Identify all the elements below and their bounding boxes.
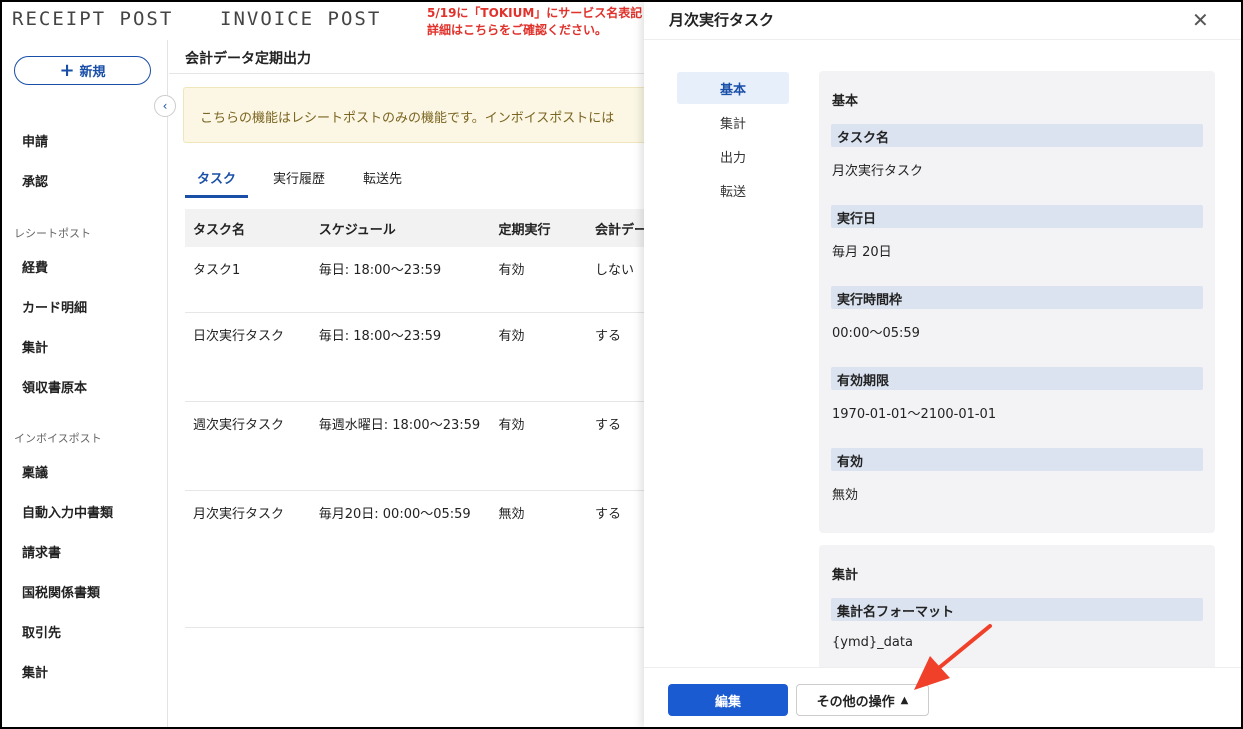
sidebar-item-approval[interactable]: 承認	[22, 171, 48, 190]
field-value-validity-period: 1970-01-01〜2100-01-01	[832, 407, 997, 422]
table-row[interactable]: タスク1 毎日: 18:00〜23:59 有効 しない	[185, 247, 655, 313]
other-actions-label: その他の操作	[816, 694, 895, 710]
chevron-left-icon: ‹	[162, 99, 168, 113]
receipt-post-logo[interactable]: RECEIPT POST	[12, 8, 173, 30]
cell-periodic: 有効	[490, 247, 587, 313]
main-header: 会計データ定期出力	[169, 40, 649, 74]
task-table: タスク名 スケジュール 定期実行 会計デー タスク1 毎日: 18:00〜23:…	[185, 209, 655, 628]
cell-periodic: 有効	[490, 312, 587, 402]
field-value-enabled: 無効	[832, 488, 859, 503]
sidebar-item-tax-documents[interactable]: 国税関係書類	[22, 582, 100, 601]
cell-schedule: 毎月20日: 00:00〜05:59	[310, 490, 491, 628]
invoice-post-logo[interactable]: INVOICE POST	[220, 8, 381, 30]
announcement-line-1: 5/19に「TOKIUM」にサービス名表記	[427, 6, 643, 20]
field-value-task-name: 月次実行タスク	[832, 164, 924, 179]
cell-periodic: 有効	[490, 401, 587, 491]
task-detail-panel: 月次実行タスク ✕ 基本 集計 出力 転送 基本 タスク名 月次実行タスク 実行…	[644, 2, 1241, 727]
info-notice: こちらの機能はレシートポストのみの機能です。インボイスポストには	[183, 87, 653, 143]
collapse-sidebar-button[interactable]: ‹	[154, 95, 176, 117]
aggregate-section-card: 集計 集計名フォーマット {ymd}_data	[819, 545, 1215, 685]
chevron-up-icon: ▲	[900, 694, 909, 706]
column-header-periodic[interactable]: 定期実行	[490, 209, 587, 247]
field-label-time-window: 実行時間枠	[831, 286, 1203, 309]
field-label-validity-period: 有効期限	[831, 367, 1203, 390]
panel-nav-aggregate[interactable]: 集計	[677, 106, 789, 138]
column-header-task-name[interactable]: タスク名	[185, 209, 311, 247]
other-actions-button[interactable]: その他の操作 ▲	[796, 684, 929, 716]
new-button-label: 新規	[79, 65, 106, 80]
table-header-row: タスク名 スケジュール 定期実行 会計デー	[185, 209, 655, 247]
panel-title: 月次実行タスク	[669, 11, 775, 29]
sidebar-section-invoice-post: インボイスポスト	[14, 432, 102, 445]
tab-destinations[interactable]: 転送先	[363, 168, 402, 195]
panel-nav-transfer[interactable]: 転送	[677, 174, 789, 206]
field-value-aggregate-name-format: {ymd}_data	[832, 635, 913, 650]
sidebar-item-invoice-aggregate[interactable]: 集計	[22, 662, 48, 681]
sidebar-item-expense[interactable]: 経費	[22, 257, 48, 276]
tab-tasks[interactable]: タスク	[185, 168, 249, 198]
sidebar-item-card-statement[interactable]: カード明細	[22, 297, 87, 316]
sidebar-section-receipt-post: レシートポスト	[14, 227, 91, 240]
sidebar-item-original-receipts[interactable]: 領収書原本	[22, 377, 87, 396]
basic-section-title: 基本	[832, 94, 859, 109]
column-header-schedule[interactable]: スケジュール	[310, 209, 491, 247]
page-title: 会計データ定期出力	[185, 51, 311, 67]
announcement-line-2: 詳細はこちらをご確認ください。	[427, 23, 608, 37]
field-label-run-day: 実行日	[831, 205, 1203, 228]
sidebar-item-receipt-aggregate[interactable]: 集計	[22, 337, 48, 356]
panel-footer: 編集 その他の操作 ▲	[644, 667, 1241, 727]
cell-schedule: 毎日: 18:00〜23:59	[310, 312, 491, 402]
main-content: 会計データ定期出力 こちらの機能はレシートポストのみの機能です。インボイスポスト…	[169, 40, 655, 727]
sidebar-item-invoices[interactable]: 請求書	[22, 542, 61, 561]
basic-section-card: 基本 タスク名 月次実行タスク 実行日 毎月 20日 実行時間枠 00:00〜0…	[819, 71, 1215, 533]
cell-task-name: 月次実行タスク	[185, 490, 311, 628]
cell-task-name: 日次実行タスク	[185, 312, 311, 402]
tab-history[interactable]: 実行履歴	[273, 168, 325, 195]
sidebar-item-auto-input-documents[interactable]: 自動入力中書類	[22, 502, 113, 521]
sidebar-item-ringi[interactable]: 稟議	[22, 462, 48, 481]
sidebar-item-suppliers[interactable]: 取引先	[22, 622, 61, 641]
cell-schedule: 毎日: 18:00〜23:59	[310, 247, 491, 313]
panel-nav-basic[interactable]: 基本	[677, 72, 789, 104]
plus-icon: +	[59, 59, 75, 81]
cell-periodic: 無効	[490, 490, 587, 628]
field-value-run-day: 毎月 20日	[832, 245, 892, 260]
close-icon[interactable]: ✕	[1192, 8, 1209, 32]
panel-header: 月次実行タスク ✕	[644, 2, 1241, 40]
cell-task-name: タスク1	[185, 247, 311, 313]
cell-schedule: 毎週水曜日: 18:00〜23:59	[310, 401, 491, 491]
field-value-time-window: 00:00〜05:59	[832, 326, 920, 341]
field-label-task-name: タスク名	[831, 124, 1203, 147]
edit-button[interactable]: 編集	[668, 684, 788, 716]
field-label-aggregate-name-format: 集計名フォーマット	[831, 598, 1203, 621]
announcement-banner[interactable]: 5/19に「TOKIUM」にサービス名表記 詳細はこちらをご確認ください。	[427, 5, 642, 39]
panel-nav-output[interactable]: 出力	[677, 140, 789, 172]
field-label-enabled: 有効	[831, 448, 1203, 471]
cell-task-name: 週次実行タスク	[185, 401, 311, 491]
sidebar-item-application[interactable]: 申請	[22, 131, 48, 150]
table-row[interactable]: 日次実行タスク 毎日: 18:00〜23:59 有効 する	[185, 312, 655, 402]
new-button[interactable]: + 新規	[14, 56, 151, 85]
sidebar: + 新規 ‹ 申請 承認 レシートポスト 経費 カード明細 集計 領収書原本 イ…	[2, 40, 176, 727]
table-row[interactable]: 週次実行タスク 毎週水曜日: 18:00〜23:59 有効 する	[185, 401, 655, 491]
aggregate-section-title: 集計	[832, 568, 859, 583]
table-row[interactable]: 月次実行タスク 毎月20日: 00:00〜05:59 無効 する	[185, 490, 655, 628]
app-window: RECEIPT POST INVOICE POST 5/19に「TOKIUM」に…	[2, 2, 1241, 727]
